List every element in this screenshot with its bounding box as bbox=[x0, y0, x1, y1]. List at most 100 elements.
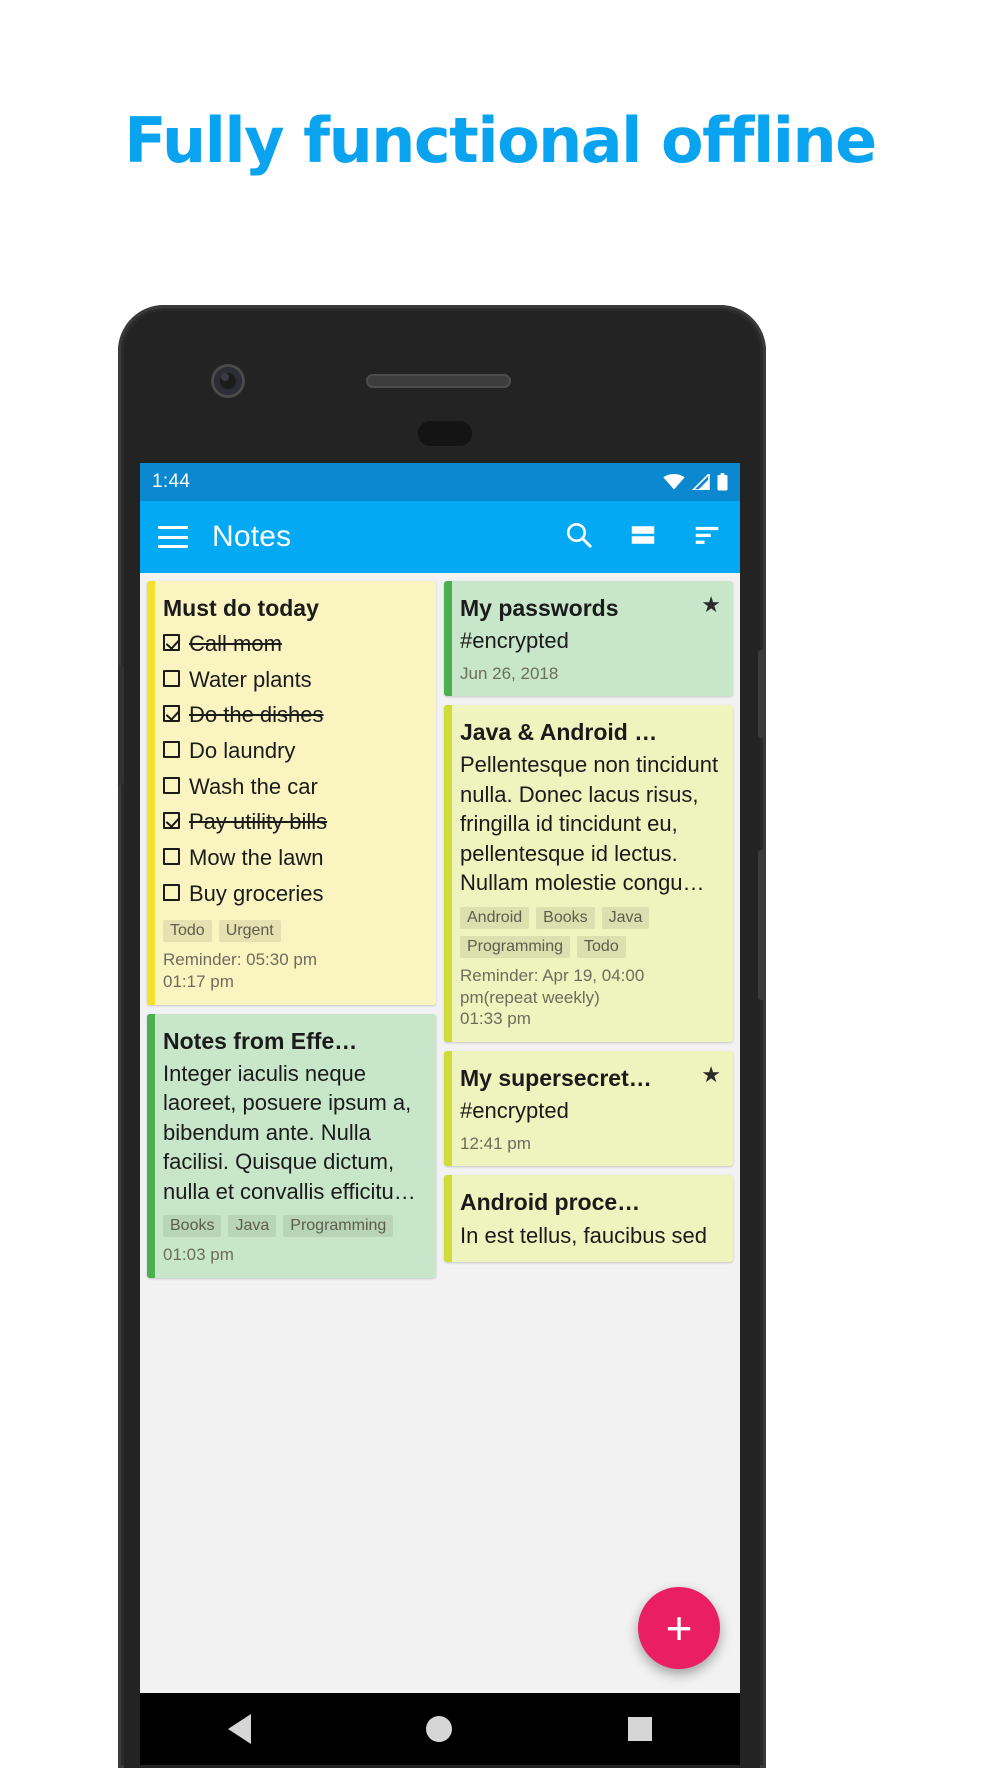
checklist-item[interactable]: Do the dishes bbox=[163, 697, 422, 733]
checkbox-unchecked-icon[interactable] bbox=[163, 741, 180, 758]
checklist-item-label: Do the dishes bbox=[189, 702, 324, 728]
note-tag[interactable]: Books bbox=[163, 1215, 222, 1238]
status-bar-icons bbox=[663, 473, 728, 491]
checkbox-unchecked-icon[interactable] bbox=[163, 883, 180, 901]
note-reminder: Reminder: Apr 19, 04:00 pm(repeat weekly… bbox=[460, 965, 645, 1007]
sort-icon[interactable] bbox=[692, 520, 722, 555]
earpiece-speaker bbox=[366, 374, 511, 388]
note-tag[interactable]: Books bbox=[536, 906, 595, 929]
status-bar: 1:44 bbox=[140, 463, 740, 501]
note-card-my-supersecret[interactable]: ★ My supersecret… #encrypted 12:41 pm bbox=[444, 1051, 733, 1167]
note-timestamp: 12:41 pm bbox=[460, 1133, 531, 1153]
page-headline: Fully functional offline bbox=[124, 104, 877, 177]
view-mode-icon[interactable] bbox=[628, 520, 658, 555]
note-tag[interactable]: Programming bbox=[460, 935, 571, 958]
note-tags: Android Books Java Programming Todo bbox=[460, 906, 719, 958]
checklist-item[interactable]: Wash the car bbox=[163, 769, 422, 805]
checklist-item[interactable]: Pay utility bills bbox=[163, 804, 422, 840]
note-body: Pellentesque non tincidunt nulla. Donec … bbox=[460, 752, 719, 896]
note-body: #encrypted bbox=[460, 1098, 569, 1124]
note-color-stripe bbox=[147, 1013, 155, 1278]
front-camera-icon bbox=[214, 367, 242, 395]
note-card-must-do-today[interactable]: Must do today Call mom Water plants Do the … bbox=[147, 581, 436, 1005]
phone-volume-button[interactable] bbox=[758, 650, 766, 738]
note-title: Android proce… bbox=[460, 1189, 641, 1216]
checklist-item-label: Pay utility bills bbox=[189, 809, 328, 835]
checklist-item[interactable]: Mow the lawn bbox=[163, 840, 422, 876]
phone-power-button[interactable] bbox=[758, 850, 766, 1000]
note-checklist: Call mom Water plants Do the dishes Do laun… bbox=[163, 626, 422, 911]
note-meta: 12:41 pm bbox=[460, 1133, 719, 1155]
add-note-fab[interactable]: + bbox=[638, 1587, 720, 1669]
note-meta: Reminder: Apr 19, 04:00 pm(repeat weekly… bbox=[460, 965, 719, 1030]
note-body: Integer iaculis neque laoreet, posuere i… bbox=[163, 1060, 416, 1204]
notes-column-left: Must do today Call mom Water plants Do the … bbox=[147, 581, 436, 1278]
note-timestamp: 01:17 pm bbox=[163, 971, 234, 991]
note-color-stripe bbox=[444, 705, 452, 1043]
home-circle-icon[interactable] bbox=[426, 1716, 453, 1742]
note-card-java-and-android[interactable]: Java & Android … Pellentesque non tincidu… bbox=[444, 705, 733, 1043]
checkbox-unchecked-icon[interactable] bbox=[163, 776, 180, 794]
checklist-item-label: Mow the lawn bbox=[189, 844, 324, 870]
proximity-sensor bbox=[418, 421, 472, 446]
note-timestamp: Jun 26, 2018 bbox=[460, 663, 559, 683]
checkbox-checked-icon[interactable] bbox=[163, 705, 180, 723]
page-root: Fully functional offline 1:44 Notes Must… bbox=[0, 0, 1000, 1768]
note-tags: Books Java Programming bbox=[163, 1215, 422, 1238]
checklist-item-label: Call mom bbox=[189, 631, 282, 657]
app-bar: Notes bbox=[140, 501, 740, 573]
note-body: #encrypted bbox=[460, 628, 569, 654]
signal-icon bbox=[692, 474, 710, 490]
note-color-stripe bbox=[147, 581, 155, 1005]
note-tag[interactable]: Todo bbox=[163, 920, 212, 943]
note-card-notes-from-effe[interactable]: Notes from Effe… Integer iaculis neque la… bbox=[147, 1013, 436, 1278]
note-title: Java & Android … bbox=[460, 719, 658, 746]
note-color-stripe bbox=[444, 1175, 452, 1262]
note-meta: Reminder: 05:30 pm 01:17 pm bbox=[163, 949, 422, 993]
checklist-item[interactable]: Water plants bbox=[163, 662, 422, 698]
note-tag[interactable]: Java bbox=[228, 1215, 277, 1238]
phone-mockup: 1:44 Notes Must do today Call mom Water … bbox=[118, 305, 766, 1768]
note-timestamp: 01:03 pm bbox=[163, 1245, 234, 1265]
note-meta: 01:03 pm bbox=[163, 1244, 422, 1266]
checkbox-unchecked-icon[interactable] bbox=[163, 847, 180, 865]
notes-grid: Must do today Call mom Water plants Do the … bbox=[140, 573, 740, 1693]
checklist-item[interactable]: Buy groceries bbox=[163, 876, 422, 912]
note-tag[interactable]: Android bbox=[460, 906, 530, 929]
wifi-icon bbox=[663, 474, 685, 490]
notes-column-right: ★ My passwords #encrypted Jun 26, 2018 Java … bbox=[444, 581, 733, 1262]
checklist-item-label: Buy groceries bbox=[189, 880, 324, 906]
note-tag[interactable]: Todo bbox=[577, 935, 626, 958]
status-bar-time: 1:44 bbox=[152, 471, 191, 492]
checkbox-checked-icon[interactable] bbox=[163, 634, 180, 652]
note-card-my-passwords[interactable]: ★ My passwords #encrypted Jun 26, 2018 bbox=[444, 581, 733, 697]
note-body: In est tellus, faucibus sed bbox=[460, 1222, 708, 1248]
hamburger-menu-icon[interactable] bbox=[158, 526, 188, 548]
note-color-stripe bbox=[444, 1051, 452, 1167]
checklist-item-label: Do laundry bbox=[189, 738, 296, 763]
note-tag[interactable]: Programming bbox=[283, 1215, 394, 1238]
star-icon[interactable]: ★ bbox=[701, 1064, 721, 1086]
note-meta: Jun 26, 2018 bbox=[460, 663, 719, 685]
star-icon[interactable]: ★ bbox=[701, 594, 721, 616]
page-title: Notes bbox=[212, 520, 292, 553]
phone-screen: 1:44 Notes Must do today Call mom Water … bbox=[140, 463, 740, 1693]
checkbox-checked-icon[interactable] bbox=[163, 812, 180, 830]
note-timestamp: 01:33 pm bbox=[460, 1009, 531, 1029]
note-card-android-proce[interactable]: Android proce… In est tellus, faucibus se… bbox=[444, 1175, 733, 1262]
back-triangle-icon[interactable] bbox=[227, 1714, 251, 1744]
checklist-item[interactable]: Call mom bbox=[163, 626, 422, 662]
note-title: My passwords bbox=[460, 595, 619, 621]
note-title: Notes from Effe… bbox=[163, 1027, 358, 1054]
note-tags: Todo Urgent bbox=[163, 920, 422, 943]
recents-square-icon[interactable] bbox=[628, 1717, 653, 1741]
phone-left-button[interactable] bbox=[118, 665, 124, 785]
android-nav-bar bbox=[140, 1693, 740, 1765]
note-tag[interactable]: Java bbox=[601, 906, 650, 929]
note-title: My supersecret… bbox=[460, 1065, 652, 1092]
app-bar-actions bbox=[564, 520, 722, 555]
checkbox-unchecked-icon[interactable] bbox=[163, 669, 180, 687]
search-icon[interactable] bbox=[564, 520, 594, 555]
checklist-item[interactable]: Do laundry bbox=[163, 733, 422, 769]
note-tag[interactable]: Urgent bbox=[218, 920, 281, 943]
